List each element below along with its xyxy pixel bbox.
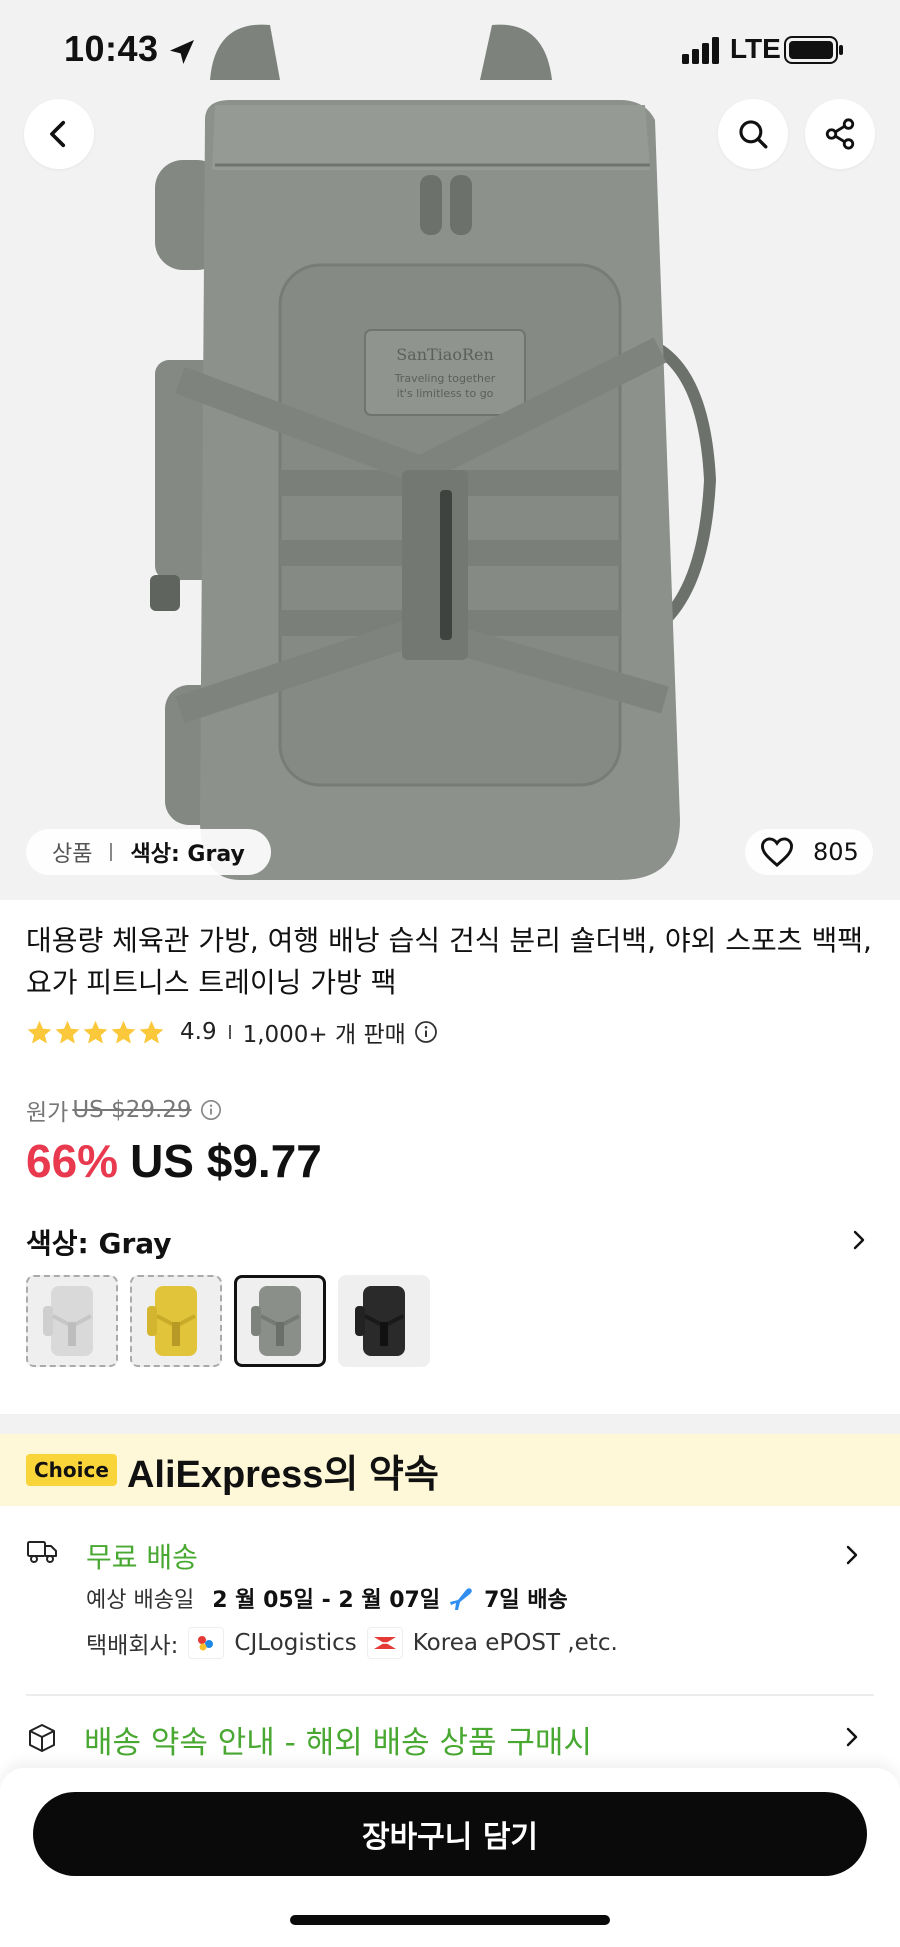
delivery-days: 7일 배송 — [484, 1588, 568, 1613]
box-icon — [29, 1724, 55, 1752]
backpack-thumbnail-icon — [147, 1286, 197, 1356]
original-price: 원가 US $29.29 — [26, 1093, 222, 1127]
original-price-value: US $29.29 — [72, 1097, 192, 1123]
star-icon — [139, 1020, 164, 1044]
share-icon — [825, 118, 855, 150]
choice-banner[interactable]: Choice AliExpress의 약속 — [0, 1434, 900, 1506]
breadcrumb-separator — [110, 843, 113, 861]
choice-badge: Choice — [26, 1454, 117, 1486]
cj-logistics-logo — [188, 1627, 225, 1659]
color-swatch-black[interactable] — [338, 1275, 430, 1367]
carrier-label: 택배회사: — [86, 1633, 179, 1659]
cj-logo-icon — [198, 1636, 214, 1651]
korea-post-icon — [373, 1637, 396, 1649]
info-icon[interactable] — [200, 1099, 222, 1121]
status-bar: 10:43 LTE — [0, 0, 900, 100]
chevron-right-icon[interactable] — [848, 1226, 870, 1254]
rating-separator — [228, 1025, 231, 1039]
brand-slogan-1: Traveling together — [394, 372, 496, 385]
backpack-thumbnail-icon — [355, 1286, 405, 1356]
carrier-korea-post: Korea ePOST ,etc. — [412, 1630, 618, 1656]
star-icon — [55, 1020, 80, 1044]
chevron-left-icon — [50, 120, 66, 148]
color-swatch-gray[interactable] — [234, 1275, 326, 1367]
current-price: US $9.77 — [130, 1135, 322, 1187]
status-time: 10:43 — [64, 28, 159, 69]
color-swatch-light-gray[interactable] — [26, 1275, 118, 1367]
brand-slogan-2: it's limitless to go — [397, 387, 494, 400]
add-to-cart-button[interactable]: 장바구니 담기 — [33, 1792, 867, 1876]
signal-icon — [682, 37, 719, 64]
discount-percent: 66% — [26, 1135, 119, 1187]
rating-row[interactable]: 4.9 1,000+ 개 판매 — [26, 1017, 438, 1048]
korea-post-logo — [366, 1627, 403, 1659]
info-icon[interactable] — [414, 1020, 438, 1044]
delivery-estimate: 예상 배송일 2 월 05일 - 2 월 07일 7일 배송 — [86, 1582, 568, 1614]
color-swatches — [26, 1275, 442, 1367]
rating-stars — [26, 1019, 166, 1046]
wishlist-count: 805 — [813, 838, 859, 866]
home-indicator[interactable] — [290, 1915, 610, 1925]
color-selector-label[interactable]: 색상: Gray — [26, 1222, 172, 1262]
original-price-label: 원가 — [26, 1100, 69, 1126]
backpack-thumbnail-icon — [251, 1286, 301, 1356]
rating-value: 4.9 — [180, 1019, 217, 1045]
carrier-cj: CJLogistics — [234, 1630, 357, 1656]
heart-icon — [760, 837, 794, 868]
star-icon — [27, 1020, 52, 1044]
color-swatch-yellow[interactable] — [130, 1275, 222, 1367]
back-button[interactable] — [24, 99, 94, 169]
star-icon — [111, 1020, 136, 1044]
sold-count: 1,000+ 개 판매 — [242, 1022, 406, 1048]
wishlist-button[interactable]: 805 — [745, 829, 873, 875]
location-arrow-icon — [170, 40, 194, 64]
breadcrumb[interactable]: 상품 색상: Gray — [26, 829, 271, 875]
price-row: 66% US $9.77 — [26, 1134, 322, 1188]
backpack-thumbnail-icon — [43, 1286, 93, 1356]
share-button[interactable] — [805, 99, 875, 169]
search-button[interactable] — [718, 99, 788, 169]
chevron-right-icon[interactable] — [842, 1724, 862, 1750]
delivery-date-range: 2 월 05일 - 2 월 07일 — [212, 1588, 441, 1613]
battery-icon — [784, 36, 843, 64]
section-divider — [0, 1414, 900, 1434]
carrier-row: 택배회사: CJLogistics Korea ePOST ,etc. — [86, 1626, 618, 1660]
breadcrumb-selected-color[interactable]: 색상: Gray — [130, 836, 244, 868]
delivery-estimate-label: 예상 배송일 — [86, 1588, 195, 1613]
divider — [26, 1694, 874, 1696]
airplane-icon — [450, 1588, 472, 1610]
choice-title: AliExpress의 약속 — [126, 1453, 439, 1496]
product-image[interactable]: SanTiaoRen Traveling together it's limit… — [120, 20, 720, 880]
star-icon — [83, 1020, 108, 1044]
product-hero: SanTiaoRen Traveling together it's limit… — [0, 0, 900, 900]
breadcrumb-category[interactable]: 상품 — [52, 836, 92, 868]
chevron-right-icon[interactable] — [842, 1542, 862, 1568]
free-shipping-label[interactable]: 무료 배송 — [86, 1536, 198, 1576]
search-icon — [739, 120, 768, 149]
truck-icon — [27, 1541, 57, 1563]
network-label: LTE — [730, 33, 781, 64]
brand-patch: SanTiaoRen — [396, 345, 494, 364]
delivery-promise-link[interactable]: 배송 약속 안내 - 해외 배송 상품 구매시 — [84, 1717, 592, 1762]
product-title: 대용량 체육관 가방, 여행 배낭 습식 건식 분리 숄더백, 야외 스포츠 백… — [26, 924, 872, 999]
